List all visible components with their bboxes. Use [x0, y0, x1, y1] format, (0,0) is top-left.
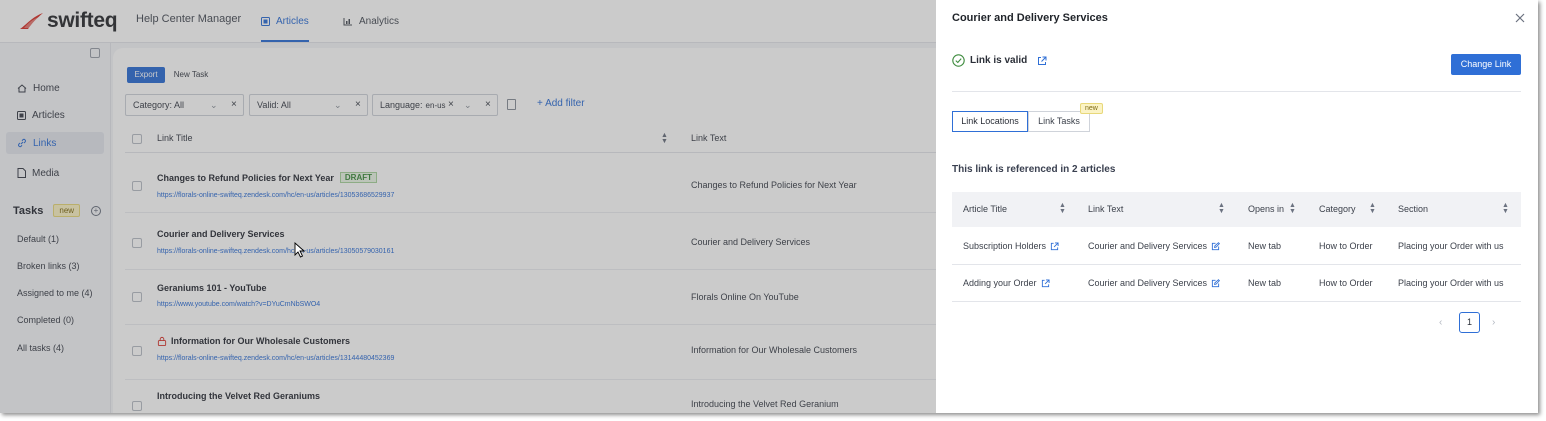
reference-count-text: This link is referenced in 2 articles: [952, 164, 1116, 175]
tab-link-tasks[interactable]: Link Tasks: [1028, 111, 1090, 132]
category: How to Order: [1319, 278, 1373, 288]
previous-page-icon[interactable]: ‹: [1439, 317, 1442, 328]
divider: [952, 91, 1521, 92]
link-text: Courier and Delivery Services: [1088, 241, 1208, 251]
table-row[interactable]: Adding your Order Courier and Delivery S…: [952, 265, 1521, 302]
section-cell: Placing your Order with us: [1398, 278, 1504, 288]
sort-icon[interactable]: ▲ ▼: [1289, 202, 1296, 215]
link-status-text: Link is valid: [970, 55, 1028, 66]
link-text: Courier and Delivery Services: [1088, 278, 1208, 288]
article-title: Subscription Holders: [963, 241, 1047, 251]
edit-icon[interactable]: [1211, 278, 1221, 288]
sort-icon[interactable]: ▲ ▼: [1502, 202, 1509, 215]
check-circle-icon: [952, 54, 965, 67]
column-article-title[interactable]: Article Title: [963, 204, 1007, 214]
opens-in-cell: New tab: [1248, 241, 1281, 251]
category-cell: How to Order: [1319, 278, 1373, 288]
article-title-cell[interactable]: Adding your Order: [963, 278, 1050, 288]
panel-title: Courier and Delivery Services: [952, 12, 1108, 24]
external-link-icon[interactable]: [1050, 241, 1059, 251]
opens-in: New tab: [1248, 278, 1282, 288]
edit-icon[interactable]: [1211, 241, 1221, 251]
next-page-icon[interactable]: ›: [1492, 317, 1495, 328]
locations-table-header: Article Title ▲ ▼ Link Text ▲ ▼ Opens in ▲…: [952, 192, 1521, 227]
mouse-cursor-icon: [294, 242, 305, 258]
external-link-icon[interactable]: [1041, 278, 1050, 288]
sort-icon[interactable]: ▲ ▼: [1059, 202, 1066, 215]
modal-backdrop[interactable]: [0, 0, 936, 413]
table-row[interactable]: Subscription Holders Courier and Deliver…: [952, 228, 1521, 265]
column-category[interactable]: Category: [1319, 204, 1356, 214]
category-cell: How to Order: [1319, 241, 1373, 251]
tab-link-locations[interactable]: Link Locations: [952, 111, 1028, 132]
link-text-cell[interactable]: Courier and Delivery Services: [1088, 278, 1221, 288]
opens-in-cell: New tab: [1248, 278, 1281, 288]
column-link-text[interactable]: Link Text: [1088, 204, 1123, 214]
sort-icon[interactable]: ▲ ▼: [1369, 202, 1376, 215]
link-text-cell[interactable]: Courier and Delivery Services: [1088, 241, 1221, 251]
article-title-cell[interactable]: Subscription Holders: [963, 241, 1059, 251]
link-tasks-new-badge: new: [1080, 103, 1103, 114]
opens-in: New tab: [1248, 241, 1282, 251]
page-1-button[interactable]: 1: [1459, 312, 1480, 333]
change-link-button[interactable]: Change Link: [1451, 54, 1521, 75]
article-title: Adding your Order: [963, 278, 1037, 288]
section: Placing your Order with us: [1398, 278, 1504, 288]
close-icon[interactable]: [1513, 11, 1527, 25]
section: Placing your Order with us: [1398, 241, 1504, 251]
column-section[interactable]: Section: [1398, 204, 1428, 214]
window: swifteq Help Center Manager Articles Ana…: [0, 0, 1538, 413]
external-link-icon[interactable]: [1037, 56, 1047, 66]
column-opens-in[interactable]: Opens in: [1248, 204, 1284, 214]
link-details-panel: Courier and Delivery Services Link is va…: [936, 0, 1538, 413]
sort-icon[interactable]: ▲ ▼: [1218, 202, 1225, 215]
section-cell: Placing your Order with us: [1398, 241, 1504, 251]
category: How to Order: [1319, 241, 1373, 251]
link-status: Link is valid: [952, 54, 1047, 67]
